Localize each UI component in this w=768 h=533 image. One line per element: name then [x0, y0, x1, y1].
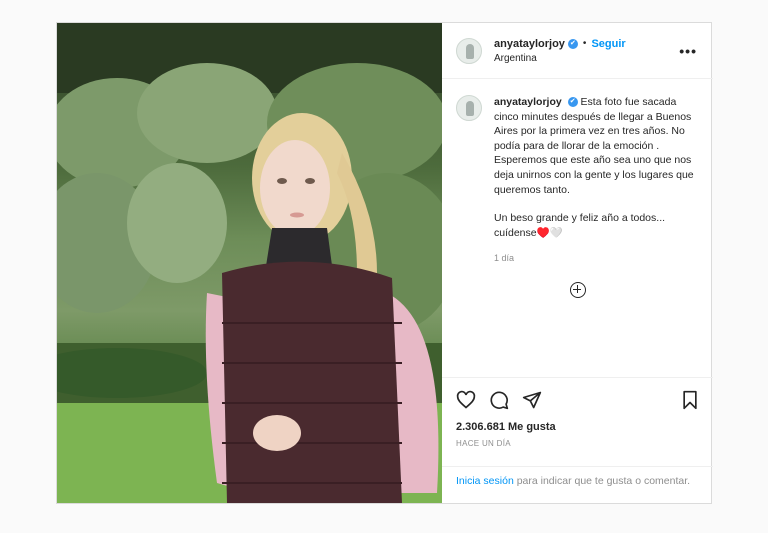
caption-area: anyataylorjoy ✔ Esta foto fue sacada cin… — [442, 79, 713, 266]
post-header: anyataylorjoy ✔ • Seguir Argentina ••• — [442, 23, 713, 79]
login-prompt: Inicia sesión para indicar que te gusta … — [442, 466, 713, 489]
likes-count[interactable]: 2.306.681 Me gusta — [456, 421, 699, 433]
plus-circle-icon[interactable] — [569, 281, 586, 298]
username-link[interactable]: anyataylorjoy — [494, 38, 565, 50]
verified-badge-icon: ✔ — [567, 38, 578, 49]
location-link[interactable]: Argentina — [494, 53, 626, 64]
caption-time: 1 día — [494, 253, 515, 264]
caption-text: Esta foto fue sacada cinco minutes despu… — [494, 96, 694, 196]
caption-avatar[interactable] — [456, 95, 482, 121]
caption-verified-badge-icon: ✔ — [567, 97, 578, 108]
login-prompt-text: para indicar que te gusta o comentar. — [513, 475, 691, 487]
post-photo-illustration — [57, 23, 442, 503]
more-icon[interactable]: ••• — [679, 43, 697, 59]
post-photo[interactable] — [57, 23, 442, 503]
caption-text-2: Un beso grande y feliz año a todos... cu… — [494, 212, 666, 239]
login-link[interactable]: Inicia sesión — [456, 475, 514, 487]
posted-time: HACE UN DÍA — [456, 439, 511, 448]
post-card: anyataylorjoy ✔ • Seguir Argentina ••• a… — [56, 22, 713, 504]
heart-icon[interactable] — [456, 390, 476, 410]
comment-icon[interactable] — [489, 390, 509, 410]
caption-username[interactable]: anyataylorjoy — [494, 96, 562, 108]
separator-dot: • — [582, 38, 587, 49]
action-bar: 2.306.681 Me gusta HACE UN DÍA — [442, 377, 713, 448]
bookmark-icon[interactable] — [681, 390, 699, 410]
post-side-panel: anyataylorjoy ✔ • Seguir Argentina ••• a… — [442, 23, 713, 503]
share-icon[interactable] — [522, 390, 542, 410]
avatar[interactable] — [456, 37, 482, 64]
follow-button[interactable]: Seguir — [591, 38, 625, 50]
